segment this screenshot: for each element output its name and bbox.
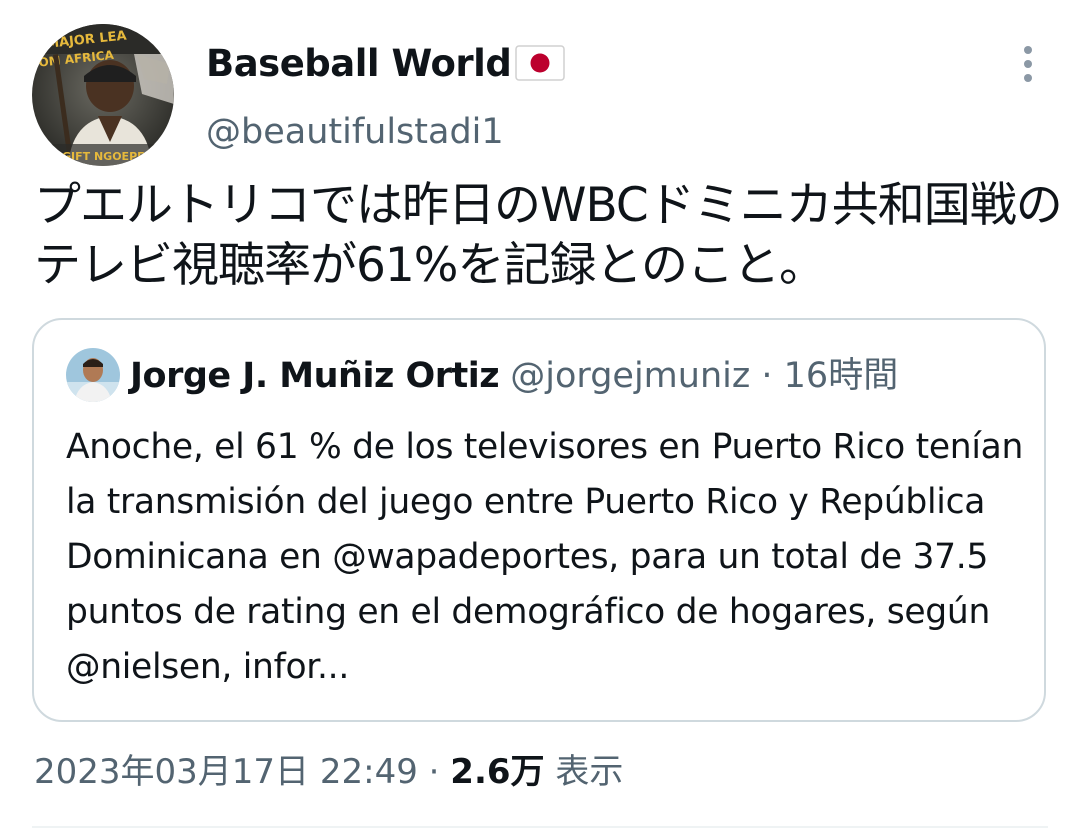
quoted-author-handle[interactable]: @jorgejmuniz <box>510 356 750 396</box>
tweet-text: プエルトリコでは昨日のWBCドミニカ共和国戦のテレビ視聴率が61%を記録とのこと… <box>34 178 1063 293</box>
separator-dot: · <box>428 752 440 792</box>
divider <box>32 826 1048 828</box>
more-dot-icon <box>1024 60 1032 68</box>
separator-dot: · <box>761 356 773 396</box>
quoted-tweet-card[interactable]: Jorge J. Muñiz Ortiz @jorgejmuniz · 16時間… <box>32 318 1046 722</box>
baseball-player-avatar-icon: MAJOR LEA OM AFRICA GIFT NGOEPE <box>32 24 174 166</box>
more-options-button[interactable] <box>1006 40 1050 88</box>
author-handle[interactable]: @beautifulstadi1 <box>206 108 504 156</box>
person-avatar-icon <box>66 348 120 402</box>
quoted-tweet-time[interactable]: 16時間 <box>784 356 899 396</box>
more-dot-icon <box>1024 74 1032 82</box>
more-dot-icon <box>1024 46 1032 54</box>
tweet-timestamp[interactable]: 2023年03月17日 22:49 <box>34 752 418 792</box>
views-label: 表示 <box>555 752 624 792</box>
japan-flag-icon <box>515 45 566 93</box>
quoted-author-avatar[interactable] <box>66 348 120 402</box>
quoted-tweet-text: Anoche, el 61 % de los televisores en Pu… <box>66 427 1024 687</box>
views-count: 2.6万 <box>450 752 545 792</box>
author-name-text: Baseball World <box>206 42 512 85</box>
tweet-meta: 2023年03月17日 22:49 · 2.6万 表示 <box>34 746 623 798</box>
author-display-name[interactable]: Baseball World <box>206 40 566 93</box>
author-avatar[interactable]: MAJOR LEA OM AFRICA GIFT NGOEPE <box>32 24 174 166</box>
svg-text:GIFT NGOEPE: GIFT NGOEPE <box>62 150 145 163</box>
quoted-tweet-header: Jorge J. Muñiz Ortiz @jorgejmuniz · 16時間 <box>130 350 898 402</box>
quoted-author-name[interactable]: Jorge J. Muñiz Ortiz <box>130 356 500 396</box>
